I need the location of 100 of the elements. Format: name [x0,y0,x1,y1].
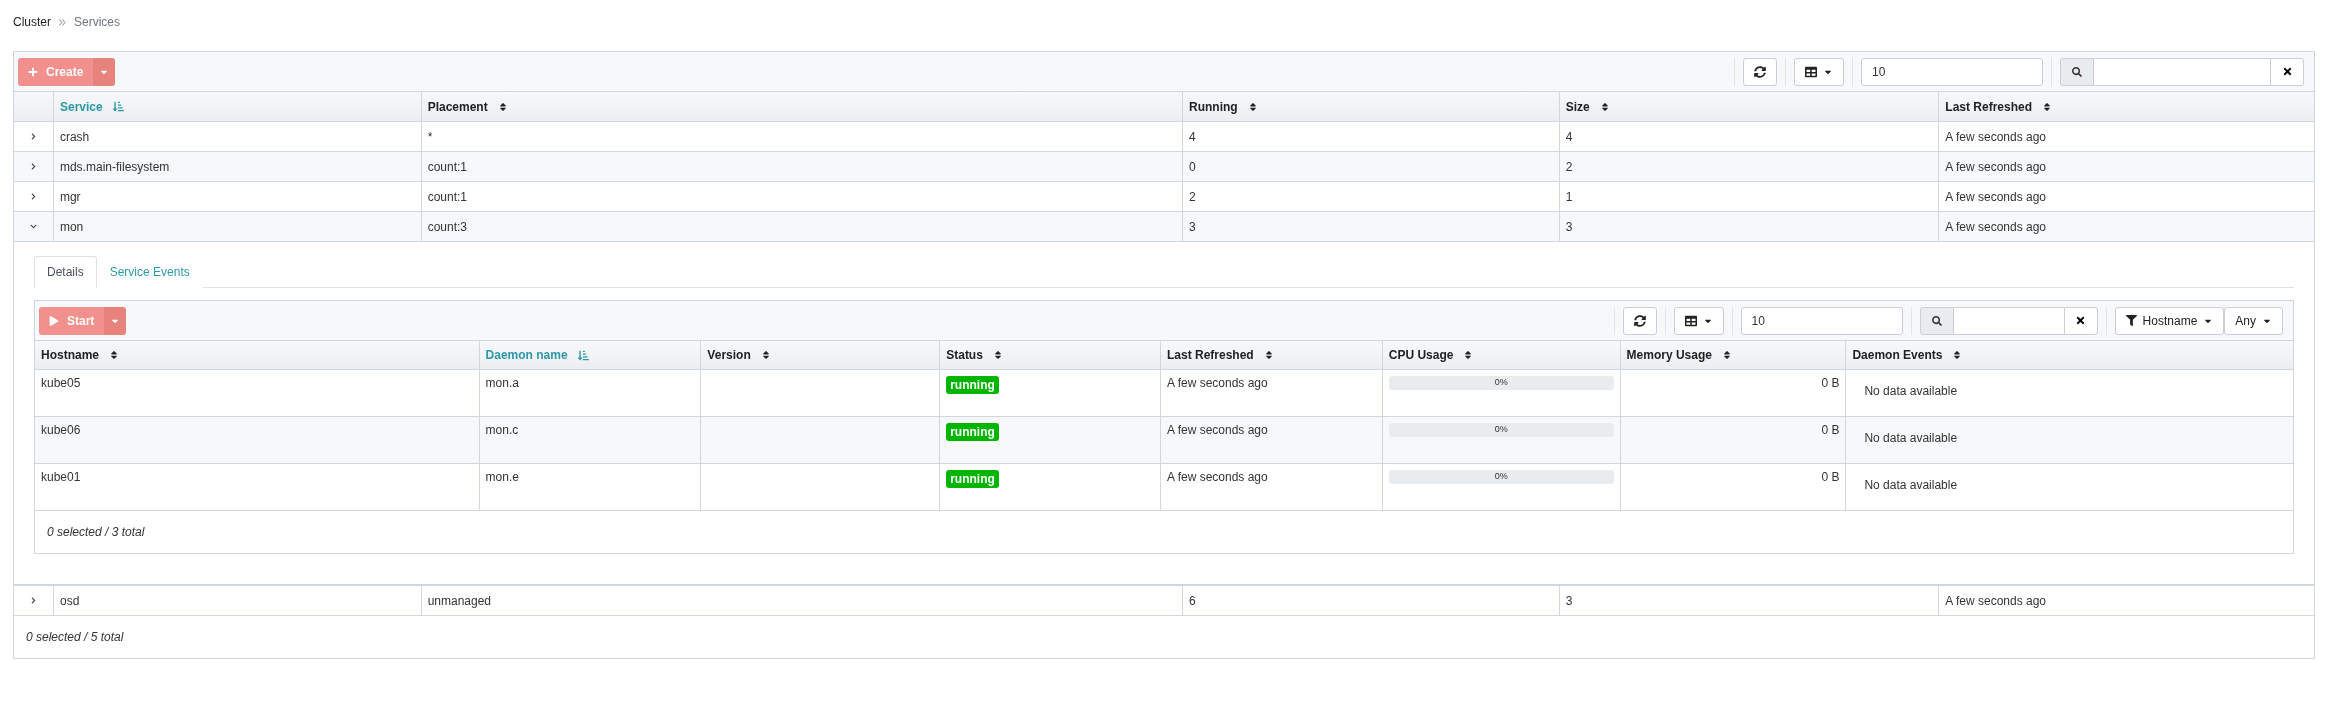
column-header[interactable]: Last Refreshed [1939,92,2314,121]
empty-message: No data available [1863,477,1958,492]
status-badge: running [946,423,999,441]
column-header[interactable]: CPU Usage [1382,341,1621,369]
table-cell: mon.a [479,370,702,416]
sort-icon [497,101,508,112]
table-cell: A few seconds ago [1161,370,1383,416]
table-cell: 0 B [1620,464,1847,510]
plus-icon [28,66,38,77]
clear-button[interactable] [2270,57,2304,86]
search-icon [1919,306,1954,335]
table-cell: mgr [53,182,422,211]
column-header[interactable]: Daemon Events [1846,341,2293,369]
table-cell: kube05 [35,370,480,416]
refresh-button[interactable] [1622,306,1657,335]
empty-message: No data available [1863,383,1958,398]
sort-icon [1463,350,1474,360]
table-cell: 1 [1559,182,1940,211]
empty-message: No data available [1863,430,1958,445]
table-cell: 0 [1182,152,1560,181]
search-field[interactable] [2094,57,2270,86]
sort-icon [2042,101,2052,112]
column-header[interactable]: Placement [421,92,1183,121]
play-icon [49,315,59,326]
table-cell: unmanaged [421,586,1183,615]
filter-icon [2125,315,2137,326]
filter-button[interactable]: Hostname [2114,306,2225,335]
column-header[interactable]: Running [1182,92,1560,121]
table-cell: 2 [1182,182,1560,211]
tab[interactable]: Details [34,256,97,288]
column-header[interactable]: Version [701,341,941,369]
refresh-button[interactable] [1743,57,1777,86]
chevron-icon [29,193,37,200]
usage-reading: 0% [1494,471,1508,481]
table-cell: crash [53,122,422,151]
status-badge: running [946,470,999,488]
columns-button[interactable] [1673,306,1724,335]
table-cell: mon [53,212,422,241]
table-cell: 4 [1182,122,1560,151]
chevron-icon [29,133,37,140]
table-icon [1684,314,1697,327]
table-cell: 3 [1182,212,1560,241]
column-header[interactable]: Hostname [35,341,480,369]
page-size-field[interactable]: 10 [1740,306,1903,335]
table-cell: count:1 [421,182,1183,211]
chevron-icon [29,597,37,604]
page-size-field[interactable]: 10 [1861,57,2043,86]
sort-icon [109,350,119,360]
column-header[interactable]: Size [1559,92,1940,121]
sort-icon [1722,350,1732,360]
status-badge: running [946,376,999,394]
sort-icon [1247,101,1258,112]
sort-icon [577,349,589,361]
table-cell: A few seconds ago [1161,417,1383,463]
sort-icon [1263,350,1274,360]
table-cell-text: A few seconds ago [1944,158,2048,176]
clear-button[interactable] [2063,306,2098,335]
sort-icon [760,350,771,360]
column-header[interactable]: Last Refreshed [1161,341,1383,369]
table-cell: A few seconds ago [1161,464,1383,510]
filter-value-button[interactable]: Any [2224,306,2283,335]
refresh-icon [1633,314,1646,327]
table-cell: 3 [1559,212,1940,241]
column-header[interactable]: Memory Usage [1620,341,1847,369]
chevron-icon [29,163,37,170]
table-cell-text: A few seconds ago [1944,188,2048,206]
close-icon [2075,315,2087,326]
table-cell: 6 [1182,586,1560,615]
table-cell-text: A few seconds ago [1944,218,2048,236]
table-cell: mon.e [479,464,702,510]
table-cell: 0 B [1620,417,1847,463]
table-cell: 4 [1559,122,1940,151]
table-cell: mds.main-filesystem [53,152,422,181]
breadcrumb-item[interactable]: Cluster [13,15,51,29]
table-cell-text: A few seconds ago [1944,592,2048,610]
refresh-icon [1754,65,1766,78]
search-icon [2060,57,2094,86]
sort-icon [1952,350,1963,360]
column-header[interactable]: Status [940,341,1161,369]
table-icon [1805,65,1817,78]
selection-summary: 0 selected / 5 total [26,630,124,644]
table-cell: osd [53,586,422,615]
chevrons-icon [59,18,66,26]
search-field[interactable] [1953,306,2064,335]
sort-icon [112,101,124,112]
usage-reading: 0% [1494,424,1508,434]
table-cell: * [421,122,1183,151]
sort-icon [1599,101,1610,112]
selection-summary: 0 selected / 3 total [47,525,145,539]
sort-icon [992,350,1003,360]
table-cell-text: A few seconds ago [1944,128,2048,146]
table-cell: kube06 [35,417,480,463]
table-cell: 3 [1559,586,1940,615]
table-cell: 2 [1559,152,1940,181]
breadcrumb-item: Services [74,15,121,29]
columns-button[interactable] [1794,57,1844,86]
table-cell: count:1 [421,152,1183,181]
chevron-icon [29,223,37,230]
usage-reading: 0% [1494,377,1508,387]
close-icon [2281,66,2293,77]
